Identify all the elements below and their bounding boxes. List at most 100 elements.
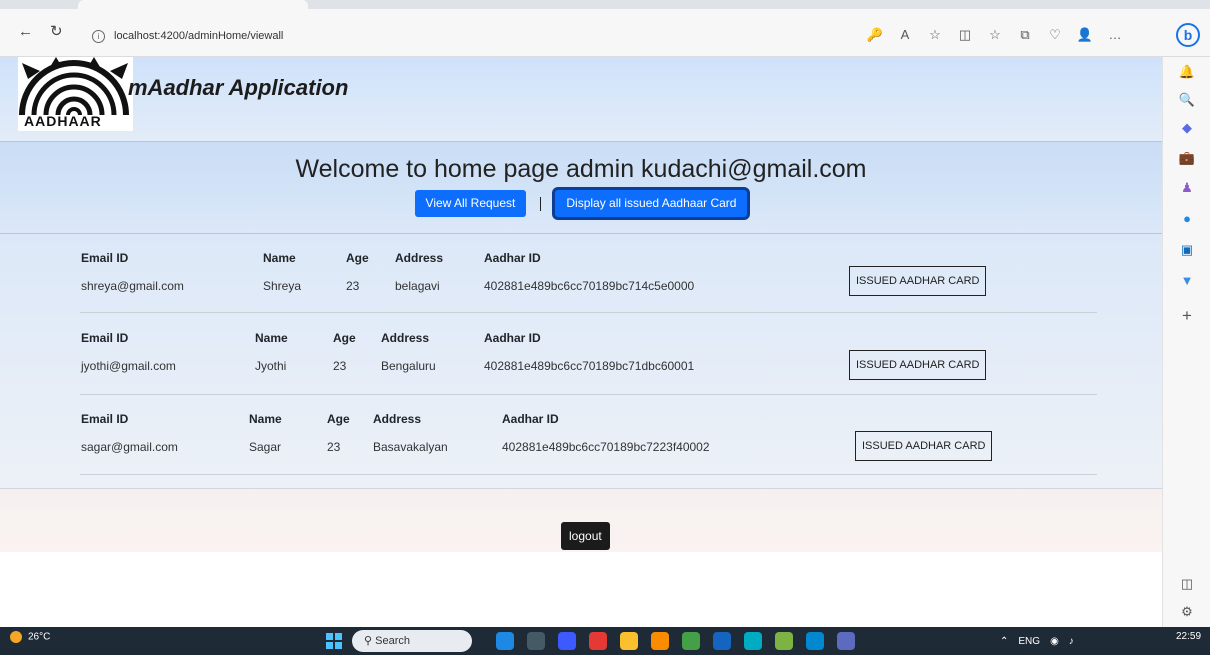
address-cell: Address belagavi — [395, 251, 443, 293]
windows-start-icon[interactable] — [326, 633, 342, 649]
shopping-icon[interactable]: ◆ — [1163, 119, 1210, 137]
games-icon[interactable]: ♟ — [1163, 179, 1210, 197]
address-value: Bengaluru — [381, 359, 436, 373]
name-value: Jyothi — [255, 359, 287, 373]
name-header: Name — [255, 331, 288, 345]
chevron-up-icon[interactable]: ⌃ — [1000, 636, 1008, 647]
age-cell: Age 23 — [333, 331, 356, 373]
list-item: Email ID sagar@gmail.com Name Sagar Age … — [80, 396, 1097, 475]
taskbar-app-icon[interactable] — [744, 632, 762, 650]
taskbar-app-icon[interactable] — [620, 632, 638, 650]
collections-icon[interactable]: ⧉ — [1010, 24, 1040, 46]
aadhar-id-cell: Aadhar ID 402881e489bc6cc70189bc714c5e00… — [484, 251, 694, 293]
taskbar-app-icon[interactable] — [651, 632, 669, 650]
taskbar-app-icon[interactable] — [589, 632, 607, 650]
page-viewport: AADHAAR mAadhar Application Welcome to h… — [0, 57, 1162, 627]
edge-sidebar: 🔔 🔍 ◆ 💼 ♟ ● ▣ ▼ + ◫ ⚙ — [1162, 57, 1210, 627]
name-cell: Name Sagar — [249, 412, 282, 454]
issued-aadhar-card-button[interactable]: ISSUED AADHAR CARD — [855, 431, 993, 461]
aadhaar-logo: AADHAAR — [18, 57, 133, 131]
hide-sidebar-icon[interactable]: ◫ — [1163, 575, 1210, 593]
display-issued-aadhaar-button[interactable]: Display all issued Aadhaar Card — [555, 190, 748, 217]
weather-widget[interactable]: 26°C — [10, 631, 50, 643]
logout-button[interactable]: logout — [561, 522, 610, 550]
name-value: Sagar — [249, 440, 282, 454]
taskbar-apps — [496, 632, 855, 650]
browser-essentials-icon[interactable]: ♡ — [1040, 24, 1070, 46]
list-item: Email ID shreya@gmail.com Name Shreya Ag… — [80, 234, 1097, 313]
taskbar-app-icon[interactable] — [837, 632, 855, 650]
email-value: sagar@gmail.com — [81, 440, 178, 454]
refresh-icon[interactable]: ↻ — [50, 22, 63, 42]
aadhar-id-cell: Aadhar ID 402881e489bc6cc70189bc71dbc600… — [484, 331, 694, 373]
profile-icon[interactable]: 👤 — [1070, 24, 1100, 46]
outlook-icon[interactable]: ▣ — [1163, 241, 1210, 259]
taskbar-app-icon[interactable] — [806, 632, 824, 650]
page-footer: logout — [0, 489, 1162, 552]
age-cell: Age 23 — [346, 251, 369, 293]
bing-copilot-icon[interactable]: b — [1176, 23, 1200, 47]
back-arrow-icon[interactable]: ← — [18, 22, 33, 42]
taskbar-app-icon[interactable] — [558, 632, 576, 650]
taskbar-app-icon[interactable] — [682, 632, 700, 650]
age-header: Age — [327, 412, 350, 426]
issued-aadhar-card-button[interactable]: ISSUED AADHAR CARD — [849, 350, 987, 380]
taskbar-search[interactable]: ⚲ Search — [352, 630, 472, 652]
aadhaar-logo-text: AADHAAR — [24, 113, 102, 129]
taskbar-clock[interactable]: 22:59 — [1176, 631, 1201, 642]
issued-aadhar-card-button[interactable]: ISSUED AADHAR CARD — [849, 266, 987, 296]
add-sidebar-app-icon[interactable]: + — [1163, 307, 1210, 325]
email-cell: Email ID shreya@gmail.com — [81, 251, 184, 293]
action-buttons: View All Request Display all issued Aadha… — [0, 190, 1162, 220]
language-indicator[interactable]: ENG — [1018, 636, 1040, 647]
address-value: Basavakalyan — [373, 440, 448, 454]
search-icon: ⚲ — [364, 635, 376, 647]
sun-icon — [10, 631, 22, 643]
split-screen-icon[interactable]: ◫ — [950, 24, 980, 46]
age-header: Age — [333, 331, 356, 345]
aadhar-id-value: 402881e489bc6cc70189bc7223f40002 — [502, 440, 710, 454]
app-header: AADHAAR mAadhar Application — [0, 57, 1162, 142]
more-options-icon[interactable]: … — [1100, 24, 1130, 46]
email-cell: Email ID jyothi@gmail.com — [81, 331, 176, 373]
aadhar-id-value: 402881e489bc6cc70189bc71dbc60001 — [484, 359, 695, 373]
settings-gear-icon[interactable]: ⚙ — [1163, 603, 1210, 621]
list-item: Email ID jyothi@gmail.com Name Jyothi Ag… — [80, 316, 1097, 395]
welcome-heading: Welcome to home page admin kudachi@gmail… — [295, 155, 867, 183]
volume-icon[interactable]: ♪ — [1069, 636, 1074, 647]
view-all-request-button[interactable]: View All Request — [414, 190, 527, 217]
address-bar[interactable]: i localhost:4200/adminHome/viewall — [92, 25, 852, 47]
name-cell: Name Jyothi — [255, 331, 288, 373]
favorites-icon[interactable]: ☆ — [980, 24, 1010, 46]
name-value: Shreya — [263, 279, 302, 293]
wifi-icon[interactable]: ◉ — [1050, 636, 1059, 647]
name-header: Name — [263, 251, 296, 265]
app-title: mAadhar Application — [128, 75, 349, 100]
taskbar-app-icon[interactable] — [496, 632, 514, 650]
email-header: Email ID — [81, 331, 129, 345]
taskbar-app-icon[interactable] — [527, 632, 545, 650]
aadhar-id-header: Aadhar ID — [484, 331, 541, 345]
microsoft-365-icon[interactable]: ● — [1163, 210, 1210, 228]
info-icon[interactable]: i — [92, 29, 105, 43]
drop-icon[interactable]: ▼ — [1163, 272, 1210, 290]
key-icon[interactable]: 🔑 — [860, 24, 890, 46]
browser-toolbar: ← ↻ i localhost:4200/adminHome/viewall 🔑 … — [0, 9, 1210, 57]
address-url: localhost:4200/adminHome/viewall — [114, 30, 284, 42]
taskbar-app-icon[interactable] — [775, 632, 793, 650]
tools-briefcase-icon[interactable]: 💼 — [1163, 149, 1210, 167]
search-icon[interactable]: 🔍 — [1163, 91, 1210, 109]
welcome-panel: Welcome to home page admin kudachi@gmail… — [0, 142, 1162, 234]
system-tray: ⌃ ENG ◉ ♪ — [1000, 631, 1074, 651]
notification-bell-icon[interactable]: 🔔 — [1163, 63, 1210, 81]
taskbar-app-icon[interactable] — [713, 632, 731, 650]
email-value: shreya@gmail.com — [81, 279, 184, 293]
read-aloud-icon[interactable]: A — [890, 24, 920, 46]
email-value: jyothi@gmail.com — [81, 359, 176, 373]
browser-tab[interactable] — [78, 0, 308, 9]
address-cell: Address Bengaluru — [381, 331, 436, 373]
favorite-star-icon[interactable]: ☆ — [920, 24, 950, 46]
temperature: 26°C — [28, 631, 51, 643]
aadhaar-fingerprint-icon — [19, 57, 129, 116]
browser-tab-strip — [0, 0, 1210, 9]
